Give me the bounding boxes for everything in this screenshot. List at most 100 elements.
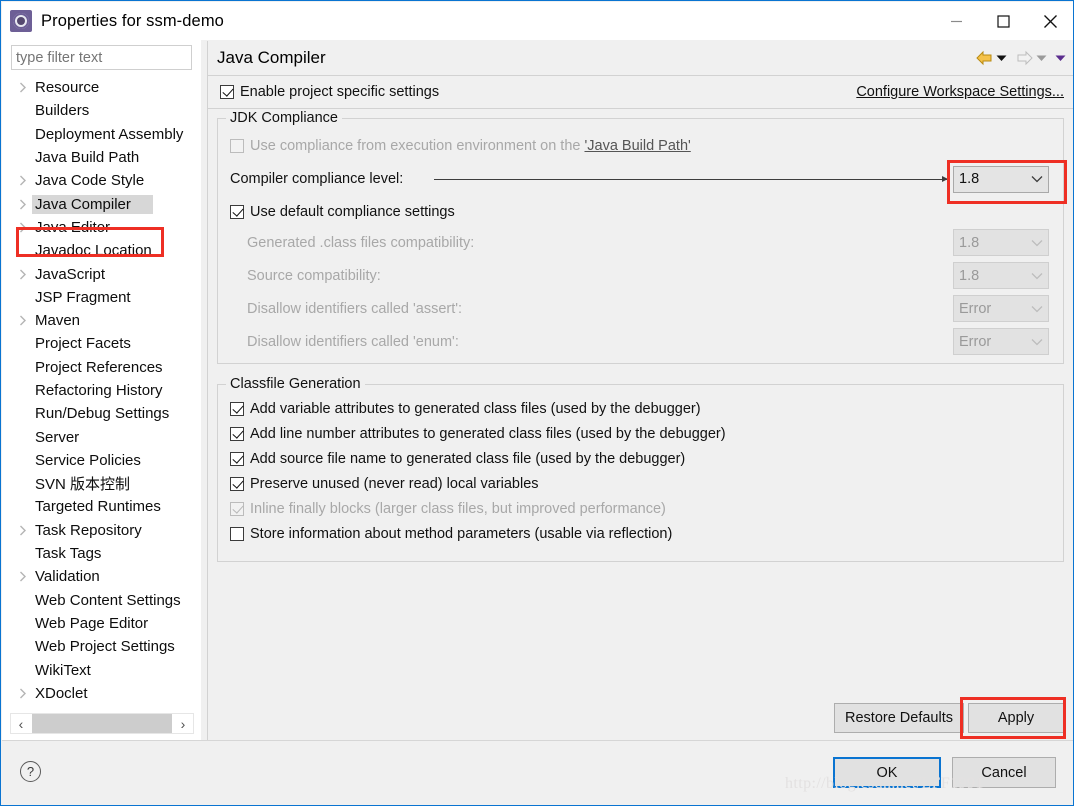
classfile-option-row: Add source file name to generated class … [218, 446, 1063, 471]
chevron-right-icon[interactable] [16, 314, 30, 328]
classfile-option-checkbox[interactable] [230, 426, 244, 441]
sidebar-item-run-debug-settings[interactable]: Run/Debug Settings [2, 402, 201, 425]
sidebar-item-maven[interactable]: Maven [2, 309, 201, 332]
sidebar-item-refactoring-history[interactable]: Refactoring History [2, 379, 201, 402]
scroll-left-icon[interactable]: ‹ [11, 714, 31, 733]
classfile-option-checkbox[interactable] [230, 451, 244, 466]
view-menu-dropdown-icon[interactable] [1055, 54, 1066, 62]
filter-input[interactable] [11, 45, 192, 70]
help-icon[interactable]: ? [20, 761, 41, 782]
compliance-level-label: Compiler compliance level: [230, 171, 404, 187]
classfile-option-checkbox[interactable] [230, 501, 244, 516]
back-dropdown-icon[interactable] [996, 54, 1007, 62]
chevron-right-icon[interactable] [16, 267, 30, 281]
use-default-compliance-checkbox[interactable] [230, 204, 244, 219]
sidebar-item-label: Resource [35, 79, 100, 97]
enable-project-specific-checkbox[interactable] [220, 85, 234, 99]
scroll-right-icon[interactable]: › [173, 714, 193, 733]
restore-defaults-button[interactable]: Restore Defaults [834, 703, 964, 733]
chevron-down-icon [1031, 302, 1043, 316]
java-build-path-link[interactable]: 'Java Build Path' [584, 138, 690, 154]
sidebar-item-jsp-fragment[interactable]: JSP Fragment [2, 286, 201, 309]
sidebar-item-web-project-settings[interactable]: Web Project Settings [2, 635, 201, 658]
sidebar-item-project-references[interactable]: Project References [2, 356, 201, 379]
sidebar-item-label: Task Repository [35, 521, 142, 539]
scrollbar-thumb[interactable] [32, 714, 172, 733]
chevron-right-icon[interactable] [16, 197, 30, 211]
sidebar-item-java-code-style[interactable]: Java Code Style [2, 169, 201, 192]
page-header: Java Compiler [208, 41, 1073, 76]
sidebar-item-xdoclet[interactable]: XDoclet [2, 682, 201, 705]
sidebar-item-svn[interactable]: SVN 版本控制 [2, 472, 201, 495]
sidebar-item-web-content-settings[interactable]: Web Content Settings [2, 589, 201, 612]
sidebar-item-java-editor[interactable]: Java Editor [2, 216, 201, 239]
page-nav-icons [975, 50, 1073, 66]
chevron-right-icon[interactable] [16, 220, 30, 234]
compliance-row-combo[interactable]: Error [953, 328, 1049, 355]
sidebar-item-project-facets[interactable]: Project Facets [2, 332, 201, 355]
ok-button[interactable]: OK [833, 757, 941, 788]
classfile-option-checkbox[interactable] [230, 401, 244, 416]
compliance-row-combo[interactable]: Error [953, 295, 1049, 322]
sidebar-item-label: Validation [35, 568, 100, 586]
chevron-right-icon[interactable] [16, 570, 30, 584]
chevron-right-icon[interactable] [16, 81, 30, 95]
sidebar-item-label: Java Compiler [32, 194, 153, 214]
compliance-row-combo[interactable]: 1.8 [953, 262, 1049, 289]
chevron-right-icon[interactable] [16, 686, 30, 700]
sidebar-item-service-policies[interactable]: Service Policies [2, 449, 201, 472]
close-button[interactable] [1027, 2, 1073, 40]
classfile-option-checkbox[interactable] [230, 476, 244, 491]
use-default-compliance-label: Use default compliance settings [250, 203, 455, 220]
chevron-right-icon[interactable] [16, 174, 30, 188]
forward-arrow-icon[interactable] [1015, 50, 1034, 66]
compliance-row-combo[interactable]: 1.8 [953, 229, 1049, 256]
sidebar-item-label: WikiText [35, 661, 91, 679]
configure-workspace-settings-link[interactable]: Configure Workspace Settings... [856, 84, 1064, 100]
sidebar-item-server[interactable]: Server [2, 425, 201, 448]
sidebar-item-label: Java Build Path [35, 149, 140, 167]
maximize-button[interactable] [980, 2, 1027, 40]
minimize-button[interactable] [933, 2, 980, 40]
classfile-option-label: Add line number attributes to generated … [250, 425, 726, 442]
sidebar-item-label: Web Page Editor [35, 614, 149, 632]
sidebar-item-task-tags[interactable]: Task Tags [2, 542, 201, 565]
page-title: Java Compiler [217, 48, 326, 67]
sidebar-item-label: Java Editor [35, 218, 111, 236]
classfile-option-label: Inline finally blocks (larger class file… [250, 500, 666, 517]
compliance-level-combo[interactable]: 1.8 [953, 165, 1049, 193]
sidebar-item-java-build-path[interactable]: Java Build Path [2, 146, 201, 169]
sidebar-item-validation[interactable]: Validation [2, 565, 201, 588]
compliance-row-label: Disallow identifiers called 'enum': [247, 333, 459, 350]
sidebar-item-web-page-editor[interactable]: Web Page Editor [2, 612, 201, 635]
back-arrow-icon[interactable] [975, 50, 994, 66]
sidebar-item-javascript[interactable]: JavaScript [2, 262, 201, 285]
forward-dropdown-icon[interactable] [1036, 54, 1047, 62]
settings-tree[interactable]: Resource Builders Deployment Assembly Java … [2, 76, 201, 716]
sidebar-item-deployment-assembly[interactable]: Deployment Assembly [2, 123, 201, 146]
sidebar-item-label: Task Tags [35, 545, 102, 563]
classfile-option-row: Add variable attributes to generated cla… [218, 396, 1063, 421]
use-execution-env-text: Use compliance from execution environmen… [250, 138, 585, 154]
jdk-compliance-title: JDK Compliance [226, 110, 342, 126]
chevron-right-icon[interactable] [16, 523, 30, 537]
sidebar-item-wikitext[interactable]: WikiText [2, 658, 201, 681]
sidebar-item-task-repository[interactable]: Task Repository [2, 519, 201, 542]
classfile-generation-group: Classfile Generation Add variable attrib… [217, 376, 1064, 562]
chevron-down-icon [1031, 269, 1043, 283]
tree-horizontal-scrollbar[interactable]: ‹ › [10, 713, 194, 734]
sidebar-item-label: JavaScript [35, 265, 106, 283]
sidebar-item-label: XDoclet [35, 684, 88, 702]
gear-icon [10, 10, 32, 32]
sidebar-item-builders[interactable]: Builders [2, 99, 201, 122]
cancel-button[interactable]: Cancel [952, 757, 1056, 788]
sidebar-item-javadoc-location[interactable]: Javadoc Location [2, 239, 201, 262]
sidebar-item-resource[interactable]: Resource [2, 76, 201, 99]
classfile-option-row: Preserve unused (never read) local varia… [218, 471, 1063, 496]
apply-button[interactable]: Apply [968, 703, 1064, 733]
compliance-row-label: Source compatibility: [247, 267, 381, 284]
sidebar-item-java-compiler[interactable]: Java Compiler [2, 192, 201, 215]
classfile-option-checkbox[interactable] [230, 526, 244, 541]
sidebar-item-targeted-runtimes[interactable]: Targeted Runtimes [2, 495, 201, 518]
use-execution-env-checkbox[interactable] [230, 139, 244, 153]
